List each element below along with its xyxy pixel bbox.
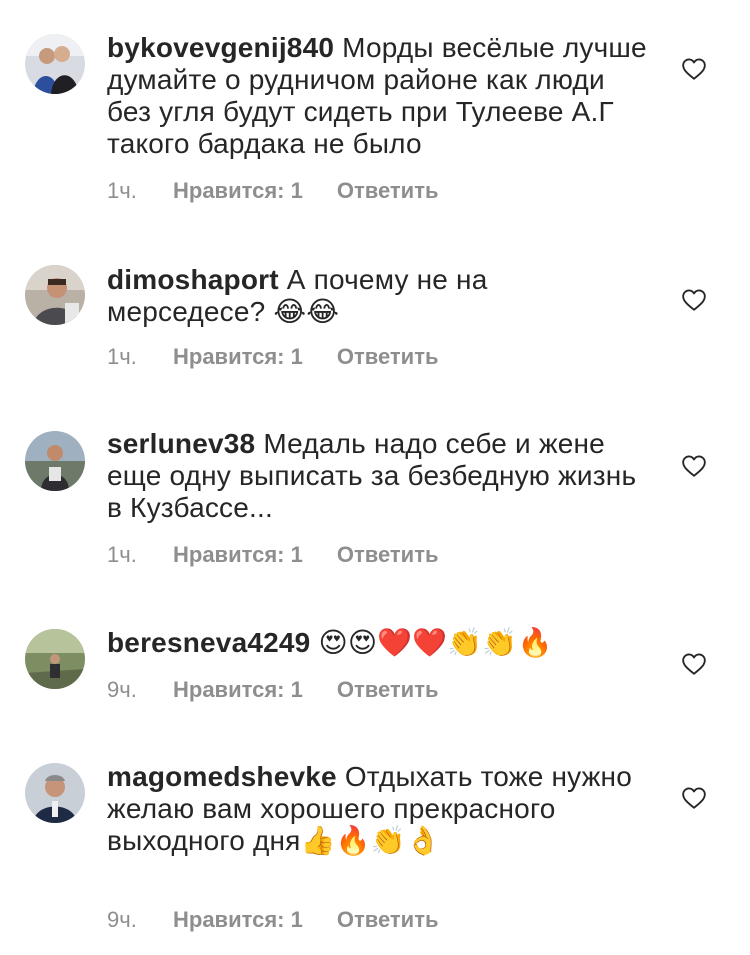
avatar[interactable]	[25, 431, 85, 491]
comment-body: 😍😍❤️❤️👏👏🔥	[318, 627, 553, 658]
reply-button[interactable]: Ответить	[337, 344, 439, 370]
comment-time[interactable]: 1ч.	[107, 344, 173, 370]
like-heart-icon[interactable]	[681, 651, 707, 677]
like-heart-icon[interactable]	[681, 287, 707, 313]
comment-text: magomedshevke Отдыхать тоже нужно желаю в…	[107, 761, 652, 857]
comment-time[interactable]: 9ч.	[107, 907, 173, 933]
comment-username[interactable]: magomedshevke	[107, 761, 337, 792]
comment-username[interactable]: bykovevgenij840	[107, 32, 334, 63]
comment-meta: 1ч. Нравится: 1 Ответить	[107, 344, 439, 370]
comment-likes[interactable]: Нравится: 1	[173, 677, 303, 703]
comment-username[interactable]: dimoshaport	[107, 264, 279, 295]
like-heart-icon[interactable]	[681, 785, 707, 811]
comment-meta: 1ч. Нравится: 1 Ответить	[107, 178, 439, 204]
comment-time[interactable]: 1ч.	[107, 542, 173, 568]
avatar[interactable]	[25, 265, 85, 325]
comment-text: dimoshaport А почему не на мерседесе? 😂😂	[107, 264, 652, 328]
like-heart-icon[interactable]	[681, 56, 707, 82]
comment-text: serlunev38 Медаль надо себе и жене еще од…	[107, 428, 652, 524]
comment-meta: 9ч. Нравится: 1 Ответить	[107, 677, 439, 703]
comment-username[interactable]: serlunev38	[107, 428, 255, 459]
reply-button[interactable]: Ответить	[337, 907, 439, 933]
reply-button[interactable]: Ответить	[337, 178, 439, 204]
comment-time[interactable]: 1ч.	[107, 178, 173, 204]
avatar[interactable]	[25, 34, 85, 94]
comment-text: beresneva4249 😍😍❤️❤️👏👏🔥	[107, 627, 652, 659]
comment-meta: 9ч. Нравится: 1 Ответить	[107, 907, 439, 933]
reply-button[interactable]: Ответить	[337, 677, 439, 703]
comment-meta: 1ч. Нравится: 1 Ответить	[107, 542, 439, 568]
comment-username[interactable]: beresneva4249	[107, 627, 310, 658]
reply-button[interactable]: Ответить	[337, 542, 439, 568]
comment-likes[interactable]: Нравится: 1	[173, 542, 303, 568]
avatar[interactable]	[25, 629, 85, 689]
avatar[interactable]	[25, 763, 85, 823]
comment-text: bykovevgenij840 Морды весёлые лучше думай…	[107, 32, 652, 160]
comment-likes[interactable]: Нравится: 1	[173, 344, 303, 370]
comment-time[interactable]: 9ч.	[107, 677, 173, 703]
comment-likes[interactable]: Нравится: 1	[173, 907, 303, 933]
comment-likes[interactable]: Нравится: 1	[173, 178, 303, 204]
like-heart-icon[interactable]	[681, 453, 707, 479]
